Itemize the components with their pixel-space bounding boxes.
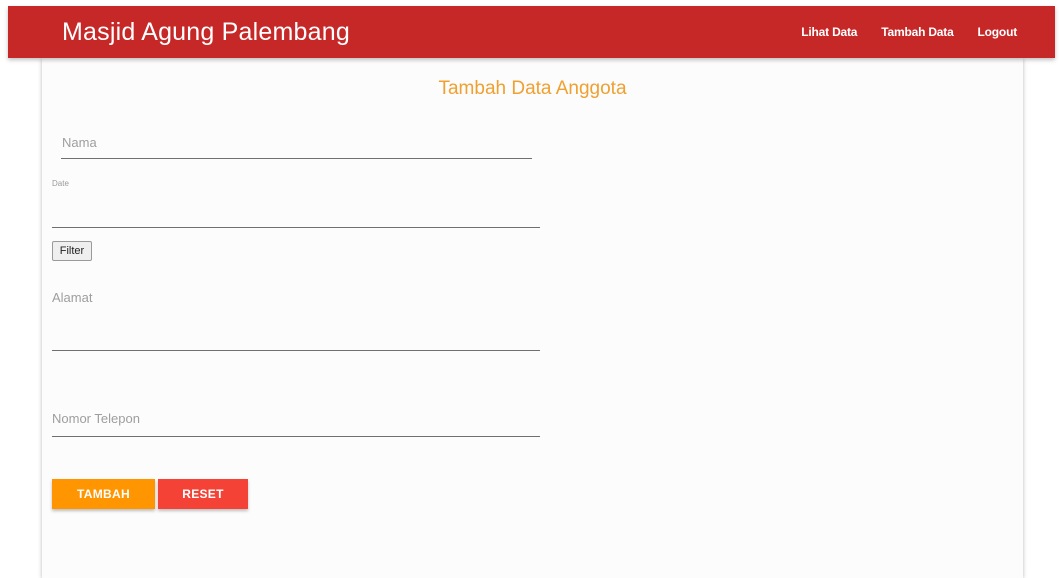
reset-button[interactable]: RESET: [158, 479, 248, 509]
telepon-input[interactable]: [52, 436, 540, 437]
nav-links: Lihat Data Tambah Data Logout: [801, 6, 1055, 58]
form-card: Tambah Data Anggota Nama Date Filter Ala…: [42, 58, 1023, 578]
nama-input[interactable]: [61, 158, 532, 159]
nav-link-tambah-data[interactable]: Tambah Data: [881, 25, 953, 39]
nama-placeholder: Nama: [62, 135, 97, 150]
alamat-input[interactable]: [52, 350, 540, 351]
date-label: Date: [52, 179, 69, 188]
tambah-button[interactable]: TAMBAH: [52, 479, 155, 509]
alamat-label: Alamat: [52, 290, 93, 305]
nav-link-lihat-data[interactable]: Lihat Data: [801, 25, 857, 39]
date-input[interactable]: [52, 227, 540, 228]
navbar: Masjid Agung Palembang Lihat Data Tambah…: [8, 6, 1055, 58]
telepon-label: Nomor Telepon: [52, 411, 140, 426]
nav-link-logout[interactable]: Logout: [978, 25, 1018, 39]
filter-button[interactable]: Filter: [52, 241, 92, 261]
brand-title[interactable]: Masjid Agung Palembang: [62, 18, 350, 47]
form-title: Tambah Data Anggota: [438, 78, 627, 99]
